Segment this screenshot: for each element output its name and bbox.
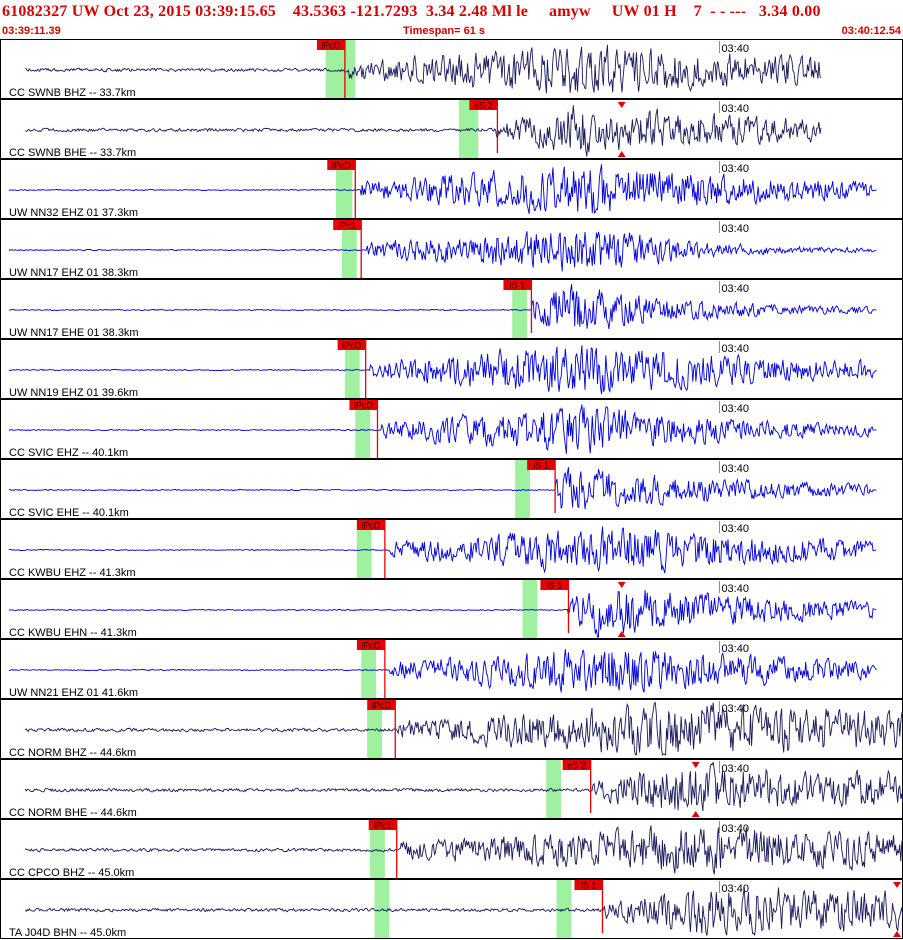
channel-label: CC SWNB BHE -- 33.7km bbox=[9, 147, 136, 159]
time-marker-label: 03:40 bbox=[721, 703, 749, 715]
time-marker-label: 03:40 bbox=[721, 823, 749, 835]
waveform bbox=[24, 887, 903, 937]
channel-trace[interactable]: 03:40 iPcD UW NN19 EHZ 01 39.6km bbox=[0, 339, 903, 399]
channel-trace[interactable]: 03:40 iPc1 CC CPCO BHZ -- 45.0km bbox=[0, 819, 903, 879]
time-marker-label: 03:40 bbox=[721, 643, 749, 655]
channel-trace[interactable]: 03:40 iPcD CC KWBU EHZ -- 41.3km bbox=[0, 519, 903, 579]
theoretical-arrival-band bbox=[546, 760, 562, 818]
pick-label[interactable]: eS 2 bbox=[474, 101, 493, 111]
arrival-marker-bottom[interactable] bbox=[893, 931, 901, 937]
end-time: 03:40:12.54 bbox=[841, 25, 901, 37]
channel-trace[interactable]: 03:40iS 1TA J04D BHN -- 45.0km bbox=[0, 879, 903, 939]
theoretical-arrival-band bbox=[556, 880, 572, 938]
waveform bbox=[24, 761, 903, 812]
trace-border bbox=[0, 459, 903, 519]
time-marker-label: 03:40 bbox=[721, 223, 749, 235]
event-header: 61082327 UW Oct 23, 2015 03:39:15.65 43.… bbox=[0, 0, 903, 38]
pick-label[interactable]: eS 2 bbox=[567, 761, 586, 771]
waveform bbox=[8, 231, 877, 272]
pick-label[interactable]: iPcD bbox=[321, 41, 341, 51]
channel-trace[interactable]: 03:40 iS 1 UW NN17 EHE 01 38.3km bbox=[0, 279, 903, 339]
theoretical-arrival-band bbox=[522, 580, 538, 638]
channel-trace[interactable]: 03:40 iPc1 UW NN17 EHZ 01 38.3km bbox=[0, 219, 903, 279]
pick-label[interactable]: iPcD bbox=[354, 401, 374, 411]
time-marker-label: 03:40 bbox=[721, 523, 749, 535]
pick-label[interactable]: iPc1 bbox=[374, 821, 392, 831]
pick-label[interactable]: iPcD bbox=[361, 521, 381, 531]
channel-label: UW NN17 EHE 01 38.3km bbox=[9, 327, 139, 339]
channel-trace[interactable]: 03:40 iS 1 CC KWBU EHN -- 41.3km bbox=[0, 579, 903, 639]
trace-border bbox=[0, 879, 903, 939]
start-time: 03:39:11.39 bbox=[2, 25, 61, 37]
pick-label[interactable]: iPcD bbox=[372, 701, 392, 711]
pick-label[interactable]: iPcD bbox=[332, 161, 352, 171]
arrival-marker-bottom[interactable] bbox=[691, 811, 700, 817]
channel-label: CC NORM BHE -- 44.6km bbox=[9, 807, 137, 819]
channel-label: CC NORM BHZ -- 44.6km bbox=[9, 747, 136, 759]
channel-label: UW NN19 EHZ 01 39.6km bbox=[9, 387, 138, 399]
channel-label: UW NN17 EHZ 01 38.3km bbox=[9, 267, 138, 279]
channel-label: TA J04D BHN -- 45.0km bbox=[9, 927, 126, 939]
time-marker-label: 03:40 bbox=[721, 583, 749, 595]
arrival-marker-top[interactable] bbox=[617, 582, 626, 588]
waveform bbox=[25, 44, 822, 94]
time-marker-label: 03:40 bbox=[721, 763, 749, 775]
arrival-marker-top[interactable] bbox=[691, 762, 700, 768]
trace-border bbox=[0, 399, 903, 459]
arrival-marker-bottom[interactable] bbox=[617, 631, 626, 637]
channel-trace[interactable]: 03:40 iPcD UW NN32 EHZ 01 37.3km bbox=[0, 159, 903, 219]
channel-trace[interactable]: 03:40 eS 2 CC NORM BHE -- 44.6km bbox=[0, 759, 903, 819]
channel-label: CC CPCO BHZ -- 45.0km bbox=[9, 867, 134, 879]
channel-trace[interactable]: 03:40 iS 1 CC SVIC EHE -- 40.1km bbox=[0, 459, 903, 519]
time-marker-label: 03:40 bbox=[721, 283, 749, 295]
pick-label[interactable]: iS 1 bbox=[533, 461, 549, 471]
channel-label: CC KWBU EHN -- 41.3km bbox=[9, 627, 137, 639]
pick-label[interactable]: iPc1 bbox=[338, 221, 356, 231]
pick-label[interactable]: iPcD bbox=[361, 641, 381, 651]
channel-label: UW NN21 EHZ 01 41.6km bbox=[9, 687, 138, 699]
seismogram-panel: 03:40 iPcD CC SWNB BHZ -- 33.7km 03:40 eS 2 C… bbox=[0, 39, 903, 940]
timespan-label: Timespan= 61 s bbox=[403, 25, 486, 37]
channel-label: CC SVIC EHE -- 40.1km bbox=[9, 507, 129, 519]
channel-trace[interactable]: 03:40 eS 2 CC SWNB BHE -- 33.7km bbox=[0, 99, 903, 159]
pick-label[interactable]: iS 1 bbox=[581, 881, 597, 891]
time-marker-label: 03:40 bbox=[721, 163, 749, 175]
time-marker-label: 03:40 bbox=[721, 343, 749, 355]
pick-label[interactable]: iPcD bbox=[342, 341, 362, 351]
channel-trace[interactable]: 03:40 iPcD CC NORM BHZ -- 44.6km bbox=[0, 699, 903, 759]
channel-trace[interactable]: 03:40 iPcD CC SVIC EHZ -- 40.1km bbox=[0, 399, 903, 459]
time-marker-label: 03:40 bbox=[721, 463, 749, 475]
waveform bbox=[8, 649, 877, 693]
channel-label: CC SVIC EHZ -- 40.1km bbox=[9, 447, 128, 459]
time-marker-label: 03:40 bbox=[721, 403, 749, 415]
pick-label[interactable]: iS 1 bbox=[547, 581, 563, 591]
arrival-marker-bottom[interactable] bbox=[617, 151, 626, 157]
trace-border bbox=[0, 519, 903, 579]
channel-label: UW NN32 EHZ 01 37.3km bbox=[9, 207, 138, 219]
channel-trace[interactable]: 03:40 iPcD CC SWNB BHZ -- 33.7km bbox=[0, 39, 903, 99]
time-marker-label: 03:40 bbox=[721, 103, 749, 115]
arrival-marker-top[interactable] bbox=[893, 882, 901, 888]
waveform bbox=[24, 701, 903, 757]
waveform bbox=[8, 590, 877, 638]
channel-label: CC SWNB BHZ -- 33.7km bbox=[9, 87, 136, 99]
waveform bbox=[24, 105, 822, 157]
channel-trace[interactable]: 03:40 iPcD UW NN21 EHZ 01 41.6km bbox=[0, 639, 903, 699]
arrival-marker-top[interactable] bbox=[617, 102, 626, 108]
waveform bbox=[24, 825, 903, 875]
time-marker-label: 03:40 bbox=[721, 43, 749, 55]
event-title: 61082327 UW Oct 23, 2015 03:39:15.65 43.… bbox=[2, 3, 821, 20]
pick-label[interactable]: iS 1 bbox=[510, 281, 526, 291]
channel-label: CC KWBU EHZ -- 41.3km bbox=[9, 567, 136, 579]
trace-border bbox=[0, 39, 903, 99]
